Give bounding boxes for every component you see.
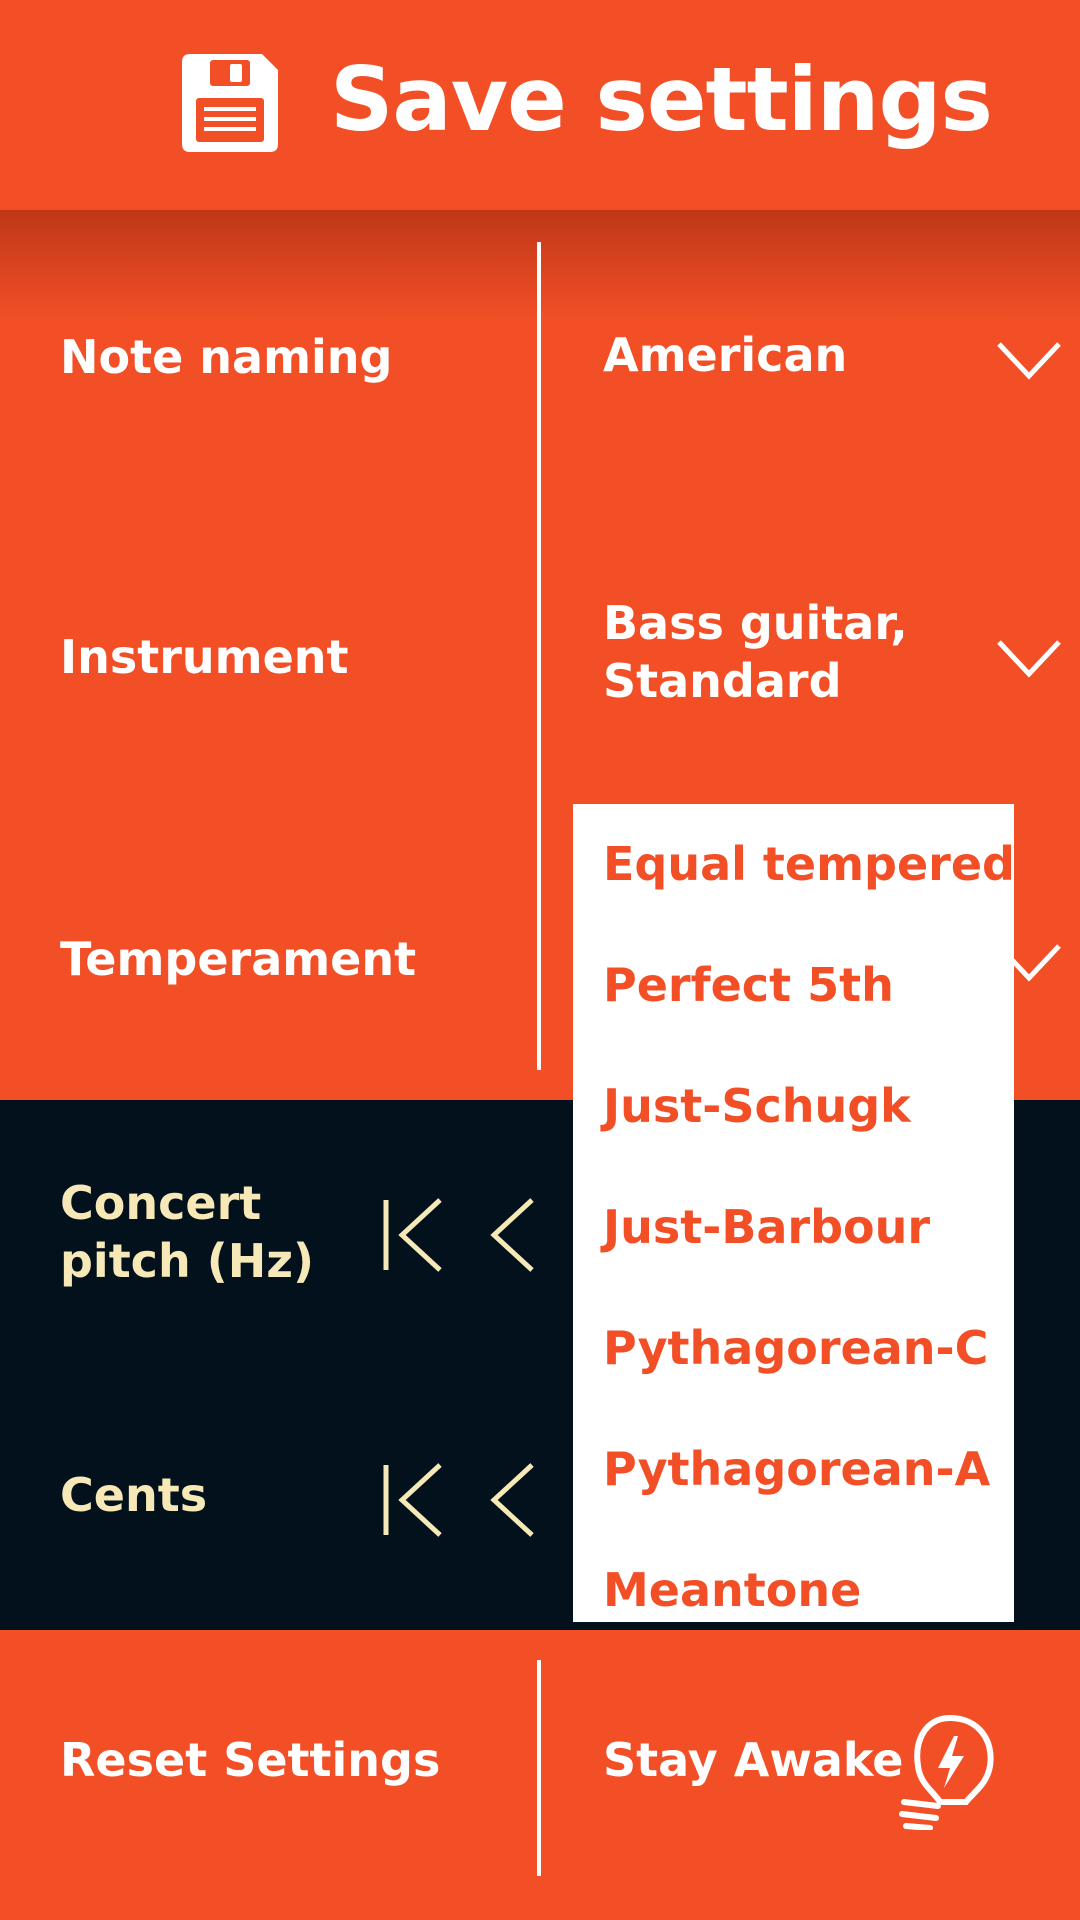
reset-settings-label: Reset Settings bbox=[60, 1733, 441, 1787]
dropdown-option-perfect-5th[interactable]: Perfect 5th bbox=[603, 925, 1003, 1046]
concert-pitch-label-line1: Concert bbox=[60, 1176, 262, 1230]
chevron-down-icon bbox=[997, 640, 1061, 678]
page-title: Save settings bbox=[330, 48, 993, 151]
instrument-value-line1: Bass guitar, bbox=[603, 596, 908, 650]
instrument-select[interactable]: Bass guitar, Standard bbox=[560, 570, 1080, 770]
skip-back-icon[interactable] bbox=[380, 1455, 450, 1545]
stay-awake-label: Stay Awake bbox=[603, 1733, 904, 1787]
header: Save settings bbox=[0, 0, 1080, 210]
instrument-value-line2: Standard bbox=[603, 654, 842, 708]
note-naming-select[interactable]: American bbox=[560, 270, 1080, 470]
dropdown-option-equal-tempered[interactable]: Equal tempered bbox=[603, 804, 1014, 925]
settings-divider bbox=[537, 242, 541, 1070]
temperament-label: Temperament bbox=[60, 932, 417, 986]
dropdown-option-pythagorean-c[interactable]: Pythagorean-C bbox=[603, 1288, 1003, 1409]
dropdown-option-pythagorean-a[interactable]: Pythagorean-A bbox=[603, 1409, 1003, 1530]
save-settings-button[interactable]: Save settings bbox=[170, 40, 993, 170]
dropdown-option-just-barbour[interactable]: Just-Barbour bbox=[603, 1167, 1003, 1288]
dropdown-option-meantone[interactable]: Meantone bbox=[603, 1530, 1003, 1622]
dropdown-option-just-schugk[interactable]: Just-Schugk bbox=[603, 1046, 1003, 1167]
concert-pitch-label: Concert pitch (Hz) bbox=[60, 1174, 314, 1290]
note-naming-value: American bbox=[603, 328, 848, 382]
instrument-label: Instrument bbox=[60, 630, 349, 684]
chevron-left-icon[interactable] bbox=[480, 1190, 550, 1280]
lightbulb-bolt-icon bbox=[899, 1714, 994, 1830]
temperament-dropdown: Equal tempered Perfect 5th Just-Schugk J… bbox=[573, 804, 1014, 1622]
bottom-bar: Reset Settings Stay Awake bbox=[0, 1630, 1080, 1920]
reset-settings-button[interactable]: Reset Settings bbox=[60, 1670, 520, 1850]
skip-back-icon[interactable] bbox=[380, 1190, 450, 1280]
chevron-down-icon bbox=[997, 342, 1061, 380]
screen: Save settings Note naming American Instr… bbox=[0, 0, 1080, 1920]
bottom-divider bbox=[537, 1660, 541, 1876]
chevron-left-icon[interactable] bbox=[480, 1455, 550, 1545]
cents-label: Cents bbox=[60, 1468, 208, 1522]
instrument-value: Bass guitar, Standard bbox=[603, 594, 963, 710]
note-naming-label: Note naming bbox=[60, 330, 393, 384]
floppy-disk-icon bbox=[182, 54, 278, 152]
concert-pitch-label-line2: pitch (Hz) bbox=[60, 1234, 315, 1288]
